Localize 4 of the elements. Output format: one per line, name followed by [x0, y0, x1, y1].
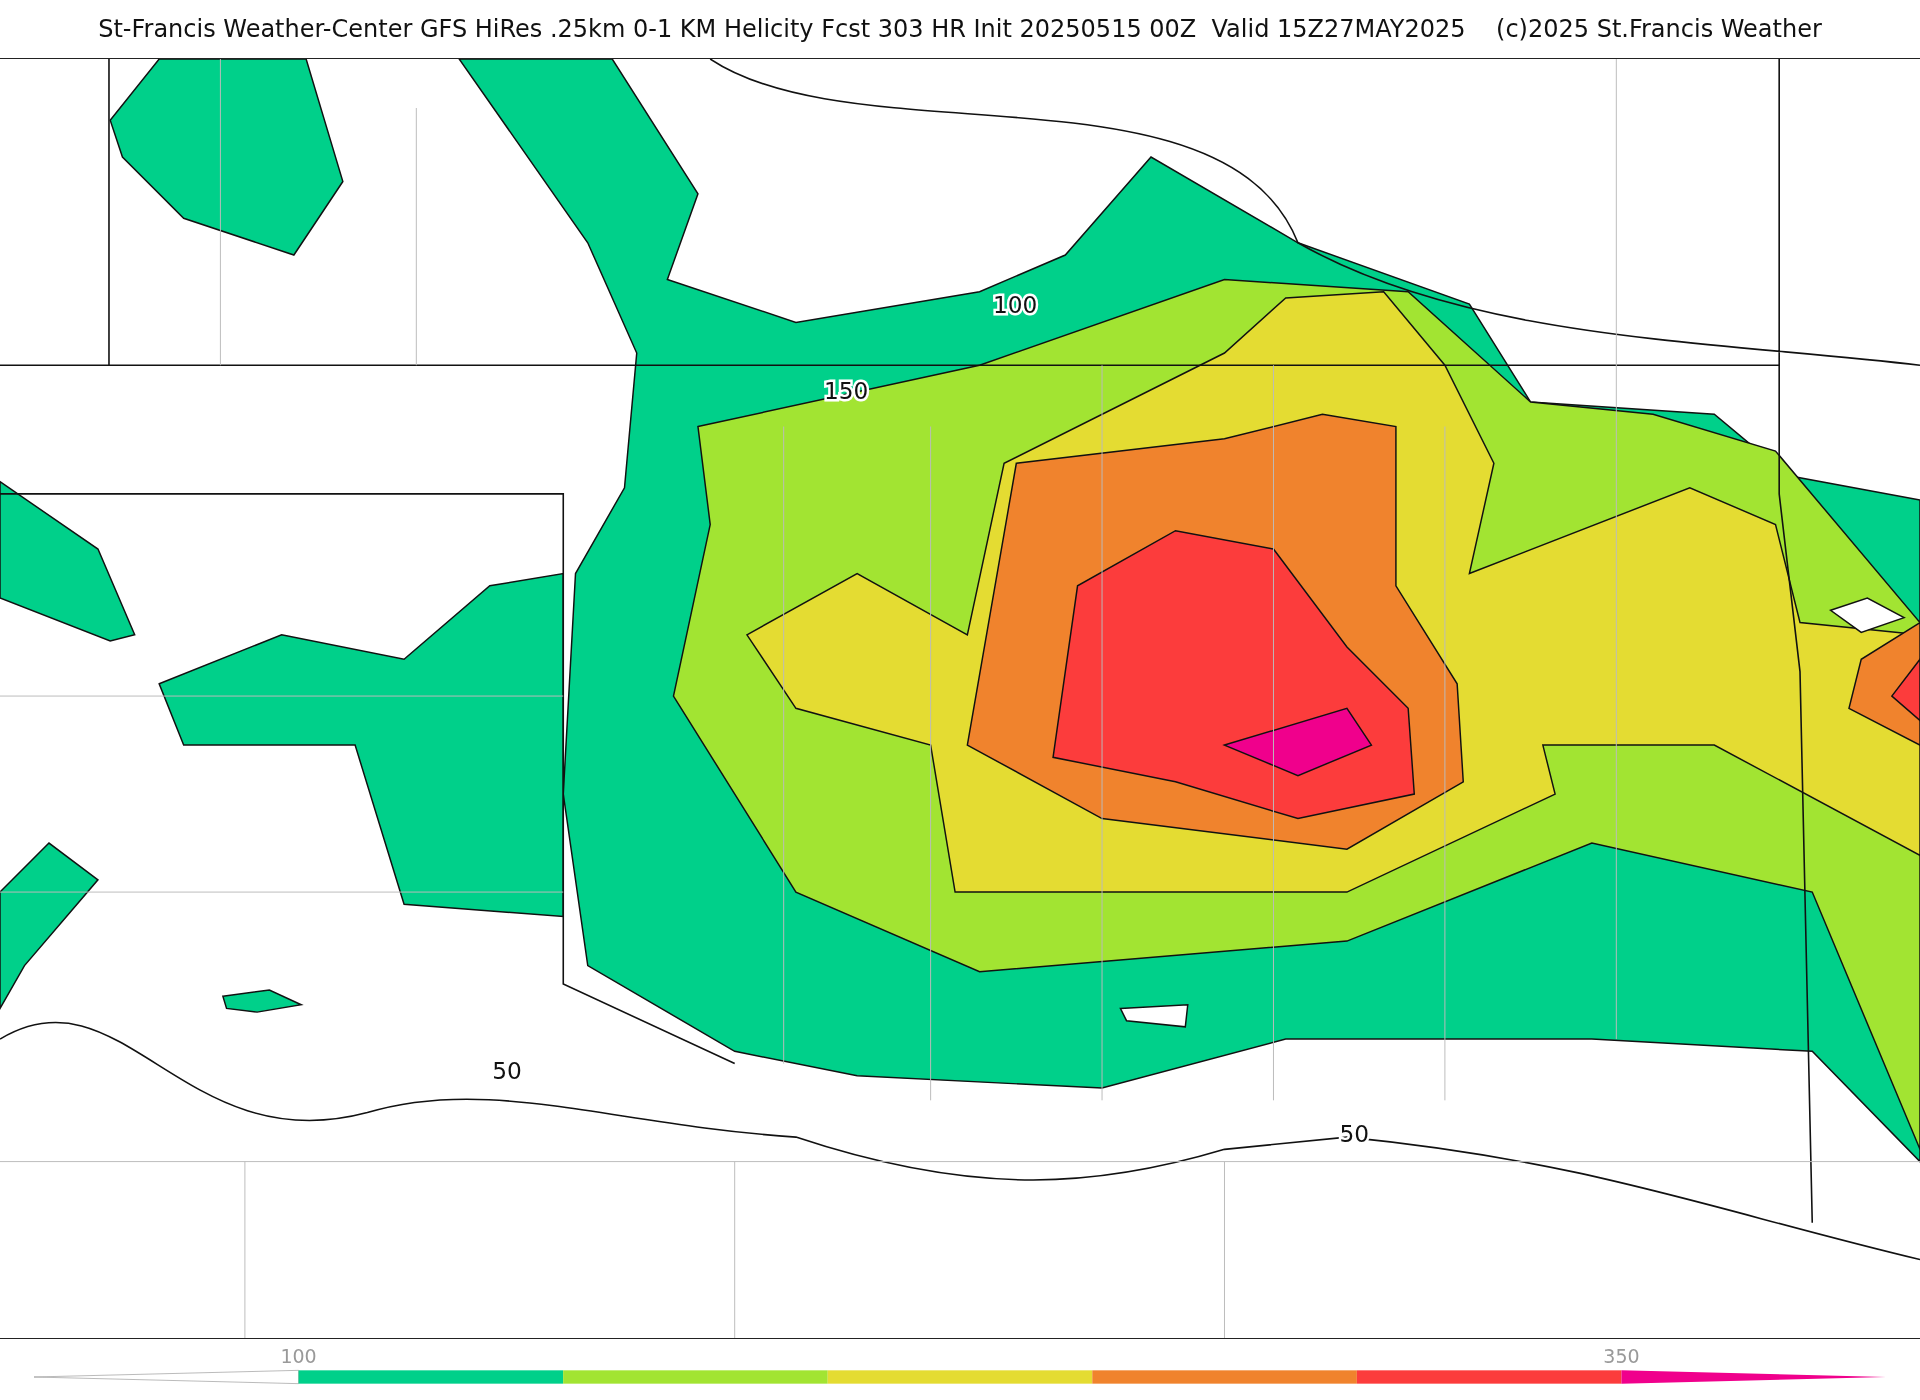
- colorbar-tick-label: 350: [1603, 1345, 1640, 1367]
- contour-label: 100: [992, 290, 1038, 318]
- colorbar-tick-label: 100: [280, 1345, 317, 1367]
- contour-label: 50: [492, 1056, 522, 1084]
